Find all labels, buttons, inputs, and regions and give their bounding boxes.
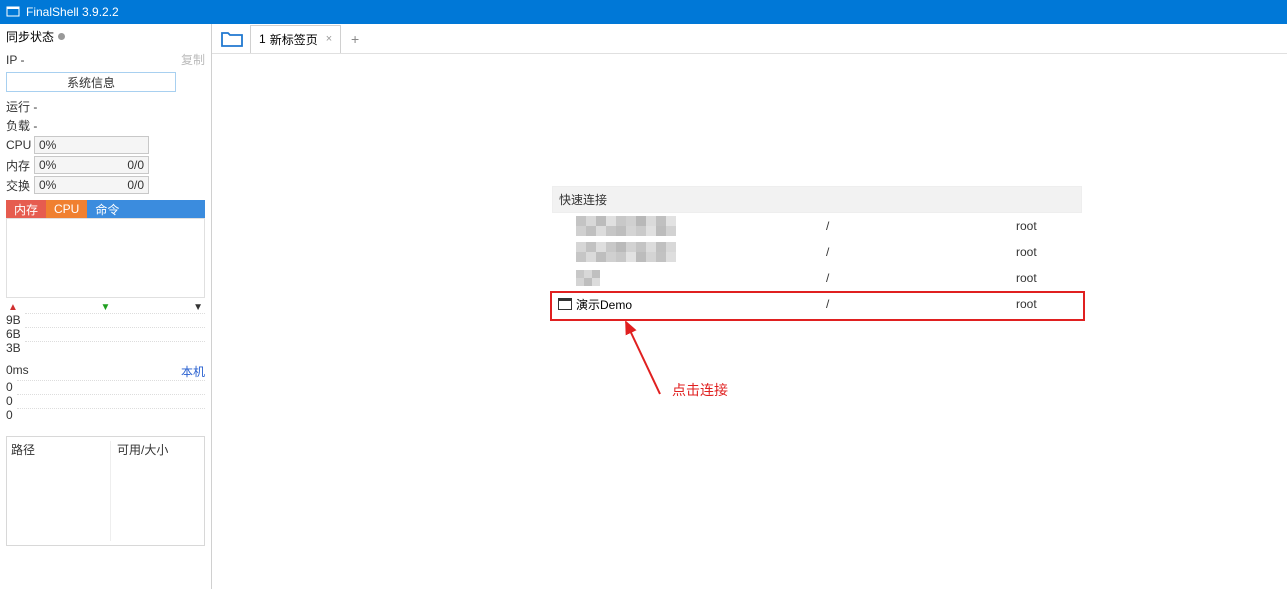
cpu-meter: 0% — [34, 136, 149, 154]
annotation-arrow-icon — [612, 314, 672, 407]
title-bar: FinalShell 3.9.2.2 — [0, 0, 1287, 24]
swap-meter: 0% 0/0 — [34, 176, 149, 194]
latency-y-labels: 0 0 0 — [6, 380, 13, 422]
cpu-meter-value: 0% — [39, 138, 56, 152]
tab-cpu[interactable]: CPU — [46, 200, 87, 218]
tab-close-icon[interactable]: × — [326, 33, 332, 45]
tab-index: 1 — [259, 32, 266, 46]
terminal-icon — [558, 298, 572, 310]
tab-label: 新标签页 — [270, 31, 318, 48]
cpu-meter-label: CPU — [6, 138, 34, 152]
mem-meter-label: 内存 — [6, 157, 34, 174]
app-icon — [6, 5, 20, 19]
blurred-name — [576, 216, 676, 236]
quick-connect-list: / root / root — [552, 213, 1082, 317]
system-info-button[interactable]: 系统信息 — [6, 72, 176, 92]
network-graph — [21, 313, 205, 355]
blurred-name — [576, 270, 606, 286]
row-user: root — [1016, 245, 1076, 259]
row-user: root — [1016, 219, 1076, 233]
page-tab-1[interactable]: 1 新标签页 × — [250, 25, 341, 53]
monitor-panel — [6, 218, 205, 298]
mem-meter: 0% 0/0 — [34, 156, 149, 174]
monitor-tab-strip: 内存 CPU 命令 — [6, 200, 205, 218]
disk-col-size: 可用/大小 — [111, 441, 200, 541]
network-speed-row: ▲ ▼ ▼ — [6, 302, 205, 313]
ip-label: IP - — [6, 53, 24, 67]
quick-connect-row[interactable]: / root — [552, 265, 1082, 291]
row-user: root — [1016, 271, 1076, 285]
upload-arrow-icon: ▲ — [8, 302, 18, 313]
sync-status-label: 同步状态 — [6, 28, 54, 45]
tab-memory[interactable]: 内存 — [6, 200, 46, 218]
disk-col-path: 路径 — [11, 441, 111, 541]
row-user: root — [1016, 297, 1076, 311]
quick-connect-panel: 快速连接 / root — [552, 186, 1082, 317]
main-area: 1 新标签页 × + 快速连接 / root — [212, 24, 1287, 589]
running-label: 运行 - — [6, 98, 205, 115]
sync-status-dot-icon — [58, 33, 65, 40]
tab-command[interactable]: 命令 — [87, 200, 205, 218]
mem-meter-ratio: 0/0 — [127, 158, 144, 172]
tab-bar: 1 新标签页 × + — [212, 24, 1287, 54]
row-path: / — [826, 271, 1016, 285]
neutral-arrow-icon: ▼ — [193, 302, 203, 313]
load-label: 负载 - — [6, 117, 205, 134]
swap-meter-value: 0% — [39, 178, 56, 192]
copy-ip-button[interactable]: 复制 — [181, 51, 205, 68]
system-info-label: 系统信息 — [67, 74, 115, 91]
disk-panel: 路径 可用/大小 — [6, 436, 205, 546]
row-path: / — [826, 245, 1016, 259]
latency-graph — [13, 380, 205, 422]
graph-y-labels: 9B 6B 3B — [6, 313, 21, 355]
download-arrow-icon: ▼ — [101, 302, 111, 313]
swap-meter-ratio: 0/0 — [127, 178, 144, 192]
latency-value: 0ms — [6, 363, 29, 380]
mem-meter-value: 0% — [39, 158, 56, 172]
window-title: FinalShell 3.9.2.2 — [26, 5, 119, 19]
sync-status-row: 同步状态 — [6, 28, 205, 45]
connection-manager-button[interactable] — [216, 25, 248, 53]
local-label: 本机 — [181, 363, 205, 380]
blurred-name — [576, 242, 676, 262]
add-tab-button[interactable]: + — [341, 25, 369, 53]
row-name: 演示Demo — [576, 296, 632, 313]
quick-connect-row[interactable]: / root — [552, 239, 1082, 265]
annotation-text: 点击连接 — [672, 380, 728, 400]
quick-connect-row[interactable]: / root — [552, 213, 1082, 239]
row-path: / — [826, 219, 1016, 233]
row-path: / — [826, 297, 1016, 311]
sidebar: 同步状态 IP - 复制 系统信息 运行 - 负载 - CPU 0% 内存 0%… — [0, 24, 212, 589]
swap-meter-label: 交换 — [6, 177, 34, 194]
quick-connect-header: 快速连接 — [552, 186, 1082, 213]
